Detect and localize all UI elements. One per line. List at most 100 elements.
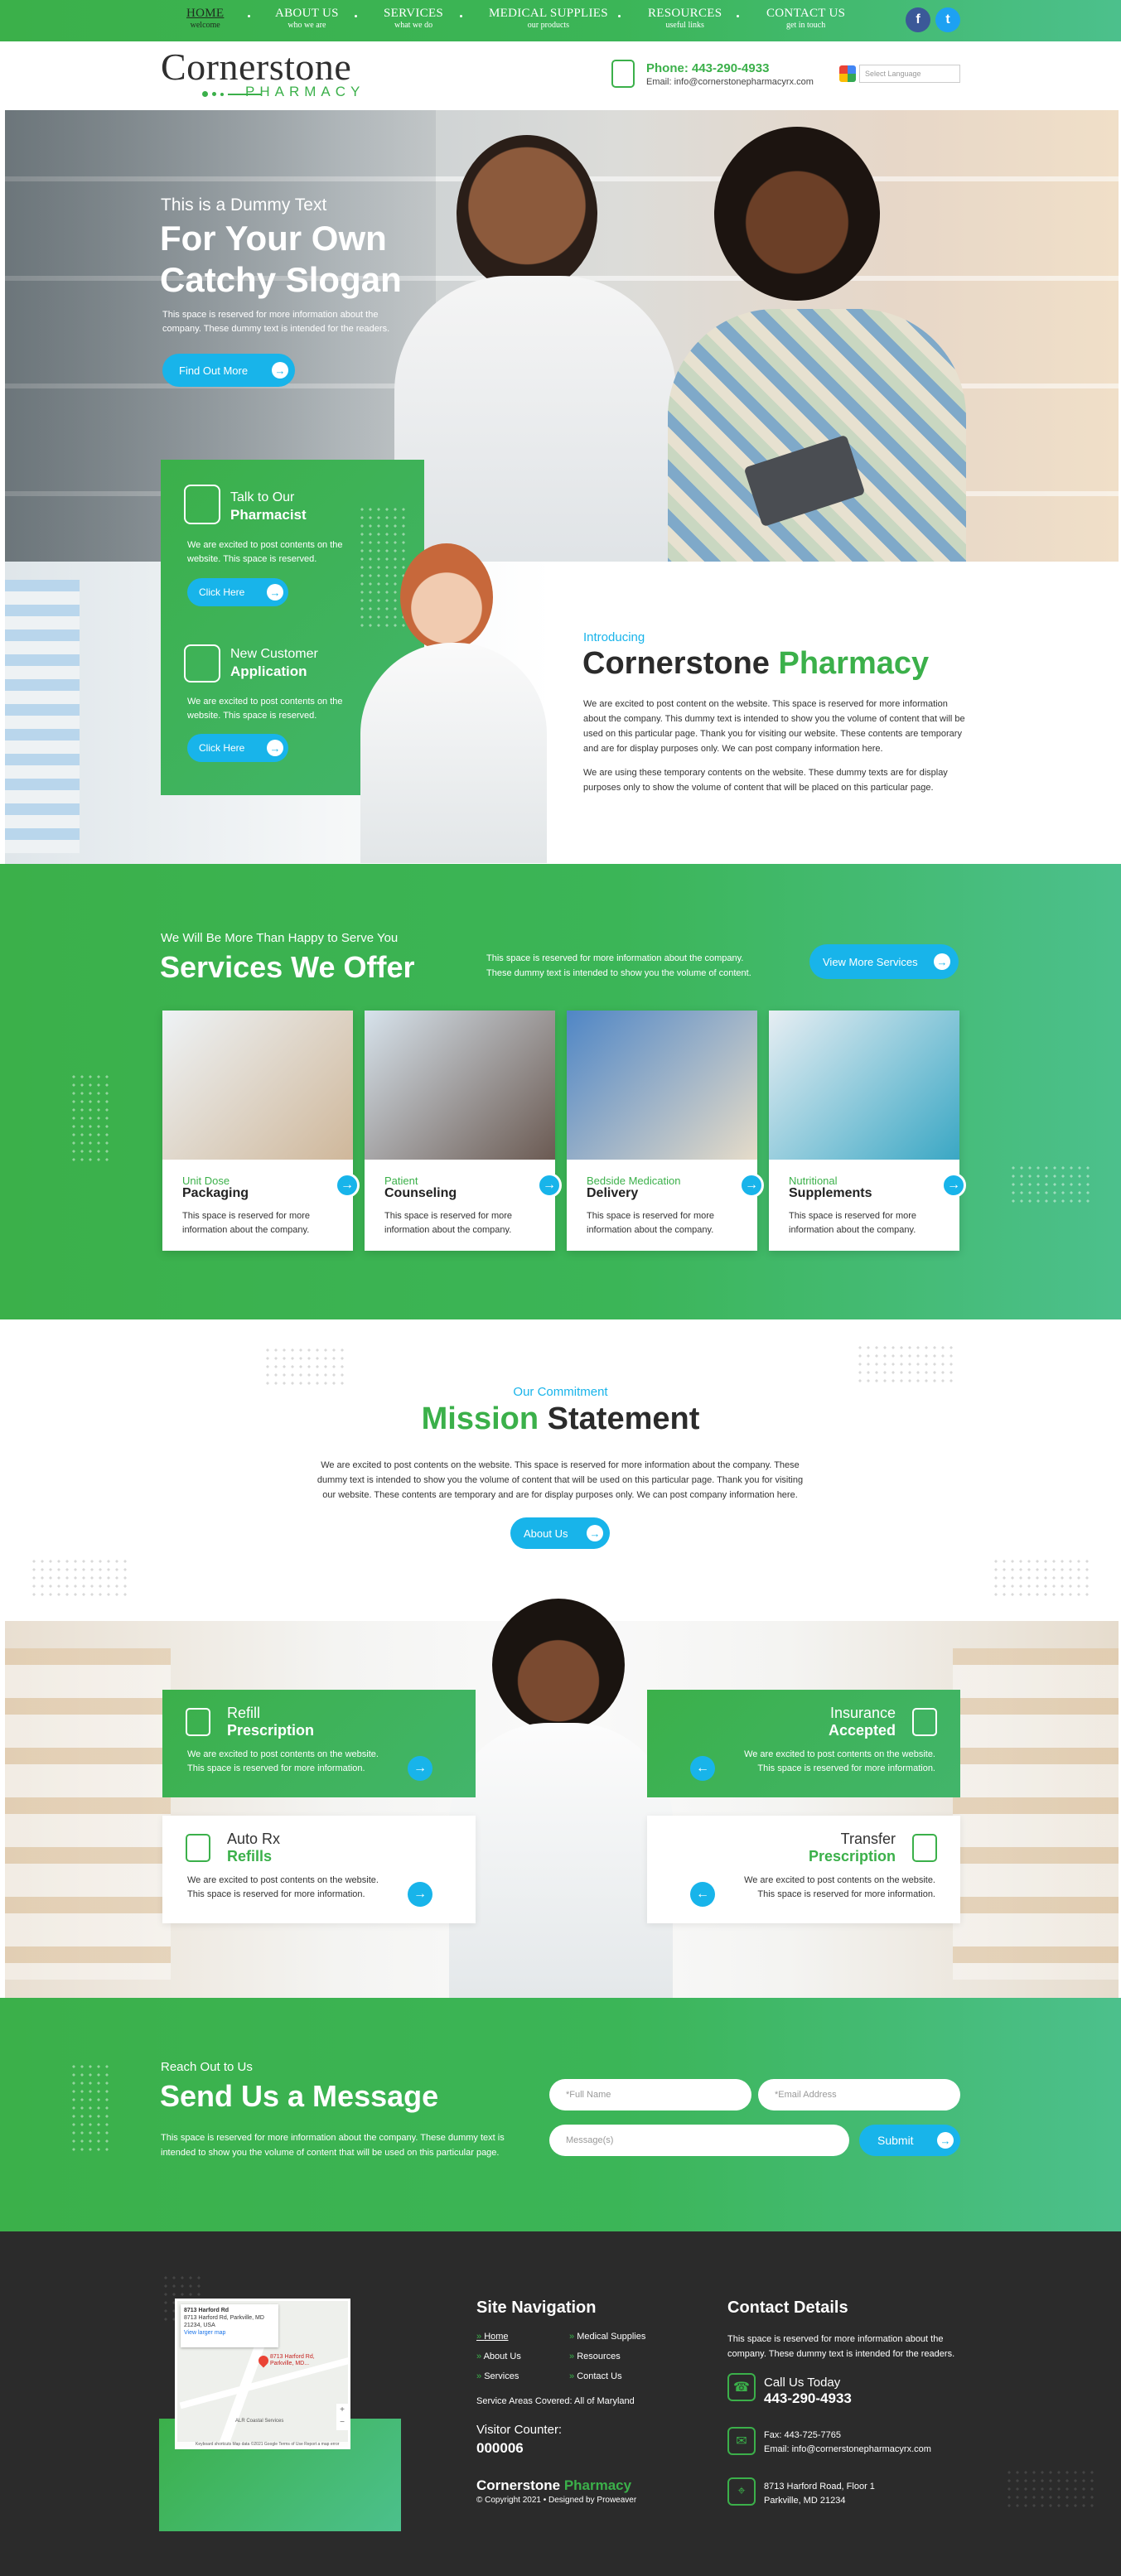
view-more-services-label: View More Services (823, 955, 918, 968)
nav-services[interactable]: SERVICES what we do (384, 7, 443, 30)
arrow-right-icon: → (267, 584, 283, 601)
auto-refill-icon (186, 1834, 210, 1862)
service-card-packaging[interactable]: Unit Dose Packaging This space is reserv… (162, 1011, 360, 1251)
logo-subtitle: PHARMACY (245, 84, 365, 99)
email-input[interactable]: *Email Address (758, 2079, 960, 2110)
arrow-right-icon[interactable]: → (537, 1173, 562, 1198)
twitter-icon[interactable]: t (935, 7, 960, 32)
arrow-left-icon[interactable]: ← (690, 1756, 715, 1781)
nav-about[interactable]: ABOUT US who we are (275, 7, 339, 30)
female-pharmacist-photo (352, 543, 559, 863)
map-zoom-controls[interactable]: + − (336, 2404, 348, 2430)
intro-paragraph-1: We are excited to post content on the we… (583, 699, 965, 754)
new-customer-text: We are excited to post contents on the w… (187, 697, 343, 721)
feature-insurance-accepted[interactable]: Insurance Accepted We are excited to pos… (647, 1690, 960, 1797)
footer-nav-contact[interactable]: Contact Us (569, 2371, 621, 2381)
map-info-card: 8713 Harford Rd 8713 Harford Rd, Parkvil… (181, 2304, 278, 2347)
intro-title-a: Cornerstone (582, 646, 770, 681)
phone-icon: ☎ (727, 2373, 756, 2401)
call-us-number[interactable]: 443-290-4933 (764, 2390, 852, 2407)
feature-refill-prescription[interactable]: Refill Prescription We are excited to po… (162, 1690, 476, 1797)
submit-button[interactable]: Submit → (859, 2125, 960, 2156)
find-out-more-button[interactable]: Find Out More → (162, 354, 295, 387)
footer-brand-a: Cornerstone (476, 2477, 561, 2493)
arrow-right-icon[interactable]: → (941, 1173, 966, 1198)
header-email[interactable]: Email: info@cornerstonepharmacyrx.com (646, 77, 814, 87)
mission-title: Mission Statement (0, 1401, 1121, 1437)
footer-nav-services[interactable]: Services (476, 2371, 519, 2381)
feature-line1: Insurance (829, 1705, 896, 1721)
nav-services-label: SERVICES (384, 7, 444, 20)
feature-line1: Refill (227, 1705, 261, 1721)
nav-resources[interactable]: RESOURCES useful links (648, 7, 722, 30)
footer-nav-medical-supplies[interactable]: Medical Supplies (569, 2332, 645, 2342)
feature-auto-rx-refills[interactable]: Auto Rx Refills We are excited to post c… (162, 1816, 476, 1923)
footer-brand-b: Pharmacy (563, 2477, 632, 2493)
twitter-glyph: t (945, 12, 950, 27)
footer-email[interactable]: Email: info@cornerstonepharmacyrx.com (764, 2444, 931, 2454)
services-text: This space is reserved for more informat… (486, 953, 751, 978)
service-card-supplements[interactable]: Nutritional Supplements This space is re… (769, 1011, 966, 1251)
mission-title-b: Statement (547, 1401, 700, 1436)
full-name-input[interactable]: *Full Name (549, 2079, 751, 2110)
google-map[interactable]: 8713 Harford Rd 8713 Harford Rd, Parkvil… (175, 2299, 350, 2449)
facebook-icon[interactable]: f (906, 7, 930, 32)
fax-icon: ✉ (727, 2427, 756, 2455)
prescription-bottle-icon (186, 1708, 210, 1736)
feature-text: We are excited to post contents on the w… (744, 1875, 935, 1899)
language-select[interactable]: Select Language (859, 65, 960, 83)
header-phone[interactable]: Phone: 443-290-4933 (646, 61, 769, 75)
service-card-sub: Unit Dose (182, 1175, 230, 1187)
arrow-right-icon[interactable]: → (739, 1173, 764, 1198)
message-input[interactable]: Message(s) (549, 2125, 849, 2156)
nav-medical-supplies[interactable]: MEDICAL SUPPLIES our products (489, 7, 608, 30)
pharmacist-icon (184, 485, 220, 524)
intro-paragraph-2: We are using these temporary contents on… (583, 768, 948, 793)
footer-nav-about[interactable]: About Us (476, 2352, 521, 2361)
intro-title-b: Pharmacy (778, 646, 930, 681)
view-more-services-button[interactable]: View More Services → (809, 944, 959, 979)
talk-to-pharmacist-button[interactable]: Click Here → (187, 578, 288, 606)
transfer-icon (912, 1834, 937, 1862)
hero-title: For Your Own Catchy Slogan (160, 218, 402, 301)
pharmacist-man-photo (457, 135, 597, 292)
map-footer: Keyboard shortcuts Map data ©2021 Google… (177, 2442, 348, 2447)
footer-nav-home[interactable]: Home (476, 2332, 508, 2342)
nav-resources-label: RESOURCES (648, 7, 722, 20)
nav-contact-sub: get in touch (786, 21, 826, 30)
arrow-right-icon[interactable]: → (408, 1756, 432, 1781)
footer-fax: Fax: 443-725-7765 (764, 2430, 841, 2440)
nav-home[interactable]: HOME welcome (186, 7, 224, 30)
nav-medical-supplies-label: MEDICAL SUPPLIES (489, 7, 608, 20)
footer-nav-resources[interactable]: Resources (569, 2352, 621, 2361)
feature-text: We are excited to post contents on the w… (744, 1749, 935, 1773)
service-card-sub: Bedside Medication (587, 1175, 681, 1187)
counseling-photo (365, 1011, 555, 1160)
service-card-text: This space is reserved for more informat… (789, 1211, 917, 1235)
nav-contact[interactable]: CONTACT US get in touch (766, 7, 845, 30)
hero-kicker: This is a Dummy Text (161, 195, 327, 215)
visitor-counter-value: 000006 (476, 2440, 524, 2456)
pharmacist-woman-photo (714, 127, 880, 301)
feature-line2: Prescription (227, 1722, 315, 1739)
find-out-more-label: Find Out More (179, 364, 249, 377)
hero-title-line1: For Your Own (160, 219, 387, 258)
service-card-delivery[interactable]: Bedside Medication Delivery This space i… (567, 1011, 764, 1251)
map-larger-link[interactable]: View larger map (184, 2329, 275, 2337)
arrow-right-icon[interactable]: → (408, 1882, 432, 1907)
new-customer-button-label: Click Here (199, 742, 245, 754)
google-translate-icon (839, 65, 856, 82)
about-us-button[interactable]: About Us → (510, 1517, 610, 1549)
footer-address-1: 8713 Harford Road, Floor 1 (764, 2482, 875, 2492)
mission-kicker: Our Commitment (513, 1385, 608, 1399)
logo-wordmark[interactable]: Cornerstone (161, 45, 351, 89)
nav-home-label: HOME (186, 7, 225, 20)
service-card-counseling[interactable]: Patient Counseling This space is reserve… (365, 1011, 562, 1251)
services-kicker: We Will Be More Than Happy to Serve You (161, 931, 399, 945)
arrow-right-icon[interactable]: → (335, 1173, 360, 1198)
arrow-left-icon[interactable]: ← (690, 1882, 715, 1907)
new-customer-button[interactable]: Click Here → (187, 734, 288, 762)
arrow-right-icon: → (272, 362, 288, 379)
feature-transfer-prescription[interactable]: Transfer Prescription We are excited to … (647, 1816, 960, 1923)
contact-kicker: Reach Out to Us (161, 2060, 253, 2074)
